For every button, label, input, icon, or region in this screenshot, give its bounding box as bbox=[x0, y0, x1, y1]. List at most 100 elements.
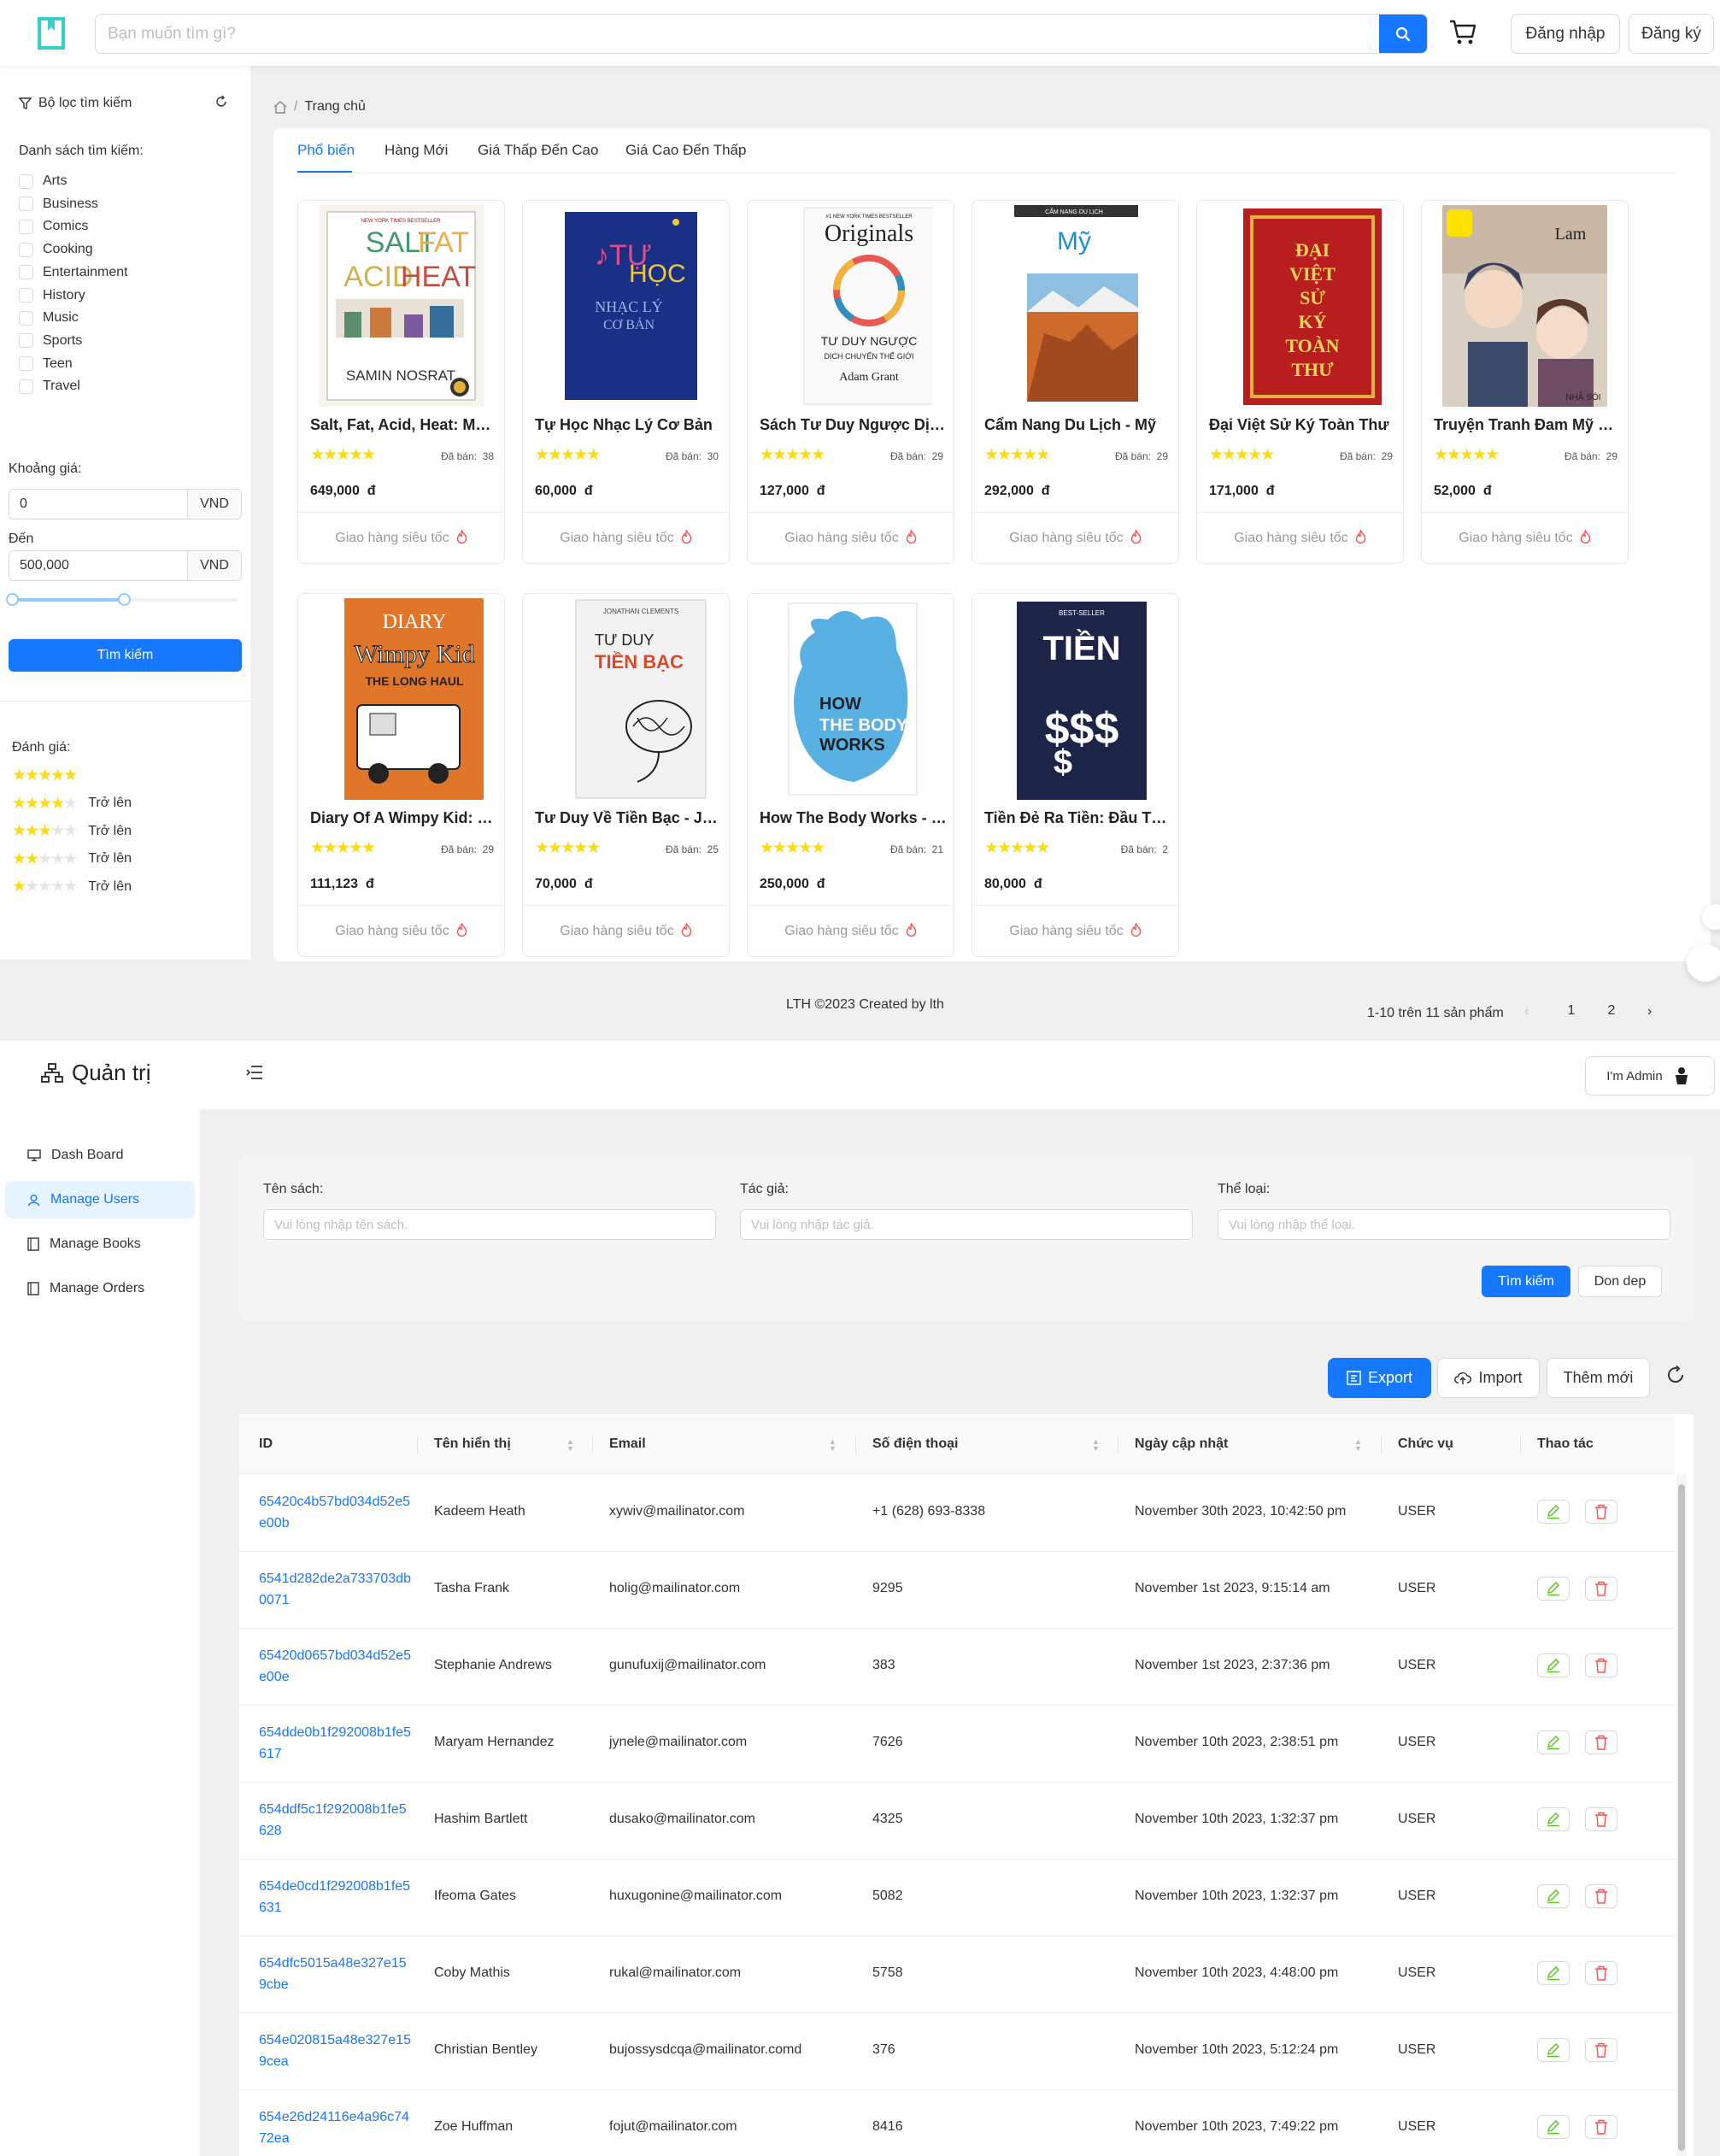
store-search-input[interactable] bbox=[96, 15, 1377, 53]
menu-manage-books[interactable]: Manage Books bbox=[5, 1225, 195, 1263]
tab-price-desc[interactable]: Giá Cao Đến Thấp bbox=[625, 142, 746, 159]
rating-filter-3[interactable]: ★★★★★ Trở lên bbox=[12, 821, 132, 841]
delete-button[interactable] bbox=[1585, 1807, 1617, 1831]
export-button[interactable]: Export bbox=[1328, 1358, 1431, 1398]
product-cover-image[interactable]: NEW YORK TIMES BESTSELLER SALT FAT ACID HEAT… bbox=[319, 205, 484, 407]
delete-button[interactable] bbox=[1585, 1730, 1617, 1754]
col-display-name[interactable]: Tên hiển thị bbox=[434, 1436, 511, 1452]
product-cover-image[interactable]: ♪TỰ HỌC NHẠC LÝ CƠ BẢN bbox=[543, 205, 708, 407]
col-updated[interactable]: Ngày cập nhật bbox=[1135, 1436, 1228, 1452]
delete-button[interactable] bbox=[1585, 1500, 1617, 1524]
edit-button[interactable] bbox=[1537, 1654, 1570, 1677]
product-cover-image[interactable]: DIARY Wimpy Kid THE LONG HAUL bbox=[319, 598, 484, 800]
user-id-link[interactable]: 654e020815a48e327e159cea bbox=[259, 2030, 413, 2072]
user-id-link[interactable]: 65420d0657bd034d52e5e00e bbox=[259, 1645, 413, 1688]
category-checkbox-row[interactable]: History bbox=[19, 288, 85, 303]
product-name[interactable]: Đại Việt Sử Ký Toàn Thư bbox=[1209, 416, 1397, 434]
sort-icon[interactable]: ▲ ▼ bbox=[1354, 1438, 1362, 1453]
rating-filter-1[interactable]: ★★★★★ Trở lên bbox=[12, 877, 132, 896]
menu-fold-icon[interactable] bbox=[246, 1065, 263, 1080]
checkbox[interactable] bbox=[19, 356, 33, 372]
checkbox[interactable] bbox=[19, 379, 33, 394]
menu-manage-orders[interactable]: Manage Orders bbox=[5, 1270, 195, 1307]
admin-search-button[interactable]: Tìm kiếm bbox=[1482, 1266, 1570, 1297]
user-id-link[interactable]: 654e26d24116e4a96c7472ea bbox=[259, 2106, 413, 2149]
checkbox[interactable] bbox=[19, 173, 33, 189]
product-card[interactable]: HOW THE BODYWORKS How The Body Works - Hiể… bbox=[747, 593, 954, 957]
product-card[interactable]: JONATHAN CLEMENTS TƯ DUY TIỀN BẠC Tư Duy Về… bbox=[522, 593, 730, 957]
page-2[interactable]: 2 bbox=[1600, 998, 1623, 1024]
edit-button[interactable] bbox=[1537, 1577, 1570, 1601]
price-slider-handle-max[interactable] bbox=[118, 593, 131, 606]
category-checkbox-row[interactable]: Teen bbox=[19, 356, 73, 372]
checkbox[interactable] bbox=[19, 242, 33, 257]
category-checkbox-row[interactable]: Sports bbox=[19, 333, 82, 349]
edit-button[interactable] bbox=[1537, 1500, 1570, 1524]
category-checkbox-row[interactable]: Comics bbox=[19, 219, 88, 234]
delete-button[interactable] bbox=[1585, 1884, 1617, 1908]
edit-button[interactable] bbox=[1537, 1730, 1570, 1754]
login-button[interactable]: Đăng nhập bbox=[1511, 14, 1620, 54]
delete-button[interactable] bbox=[1585, 2038, 1617, 2062]
rating-filter-4[interactable]: ★★★★★ Trở lên bbox=[12, 794, 132, 814]
next-page-icon[interactable]: › bbox=[1647, 1004, 1652, 1019]
price-slider-handle-min[interactable] bbox=[6, 593, 19, 606]
product-cover-image[interactable]: #1 NEW YORK TIMES BESTSELLER Originals TƯ … bbox=[768, 205, 933, 407]
product-cover-image[interactable]: JONATHAN CLEMENTS TƯ DUY TIỀN BẠC bbox=[543, 598, 708, 800]
tab-popular[interactable]: Phổ biến bbox=[297, 142, 355, 159]
checkbox[interactable] bbox=[19, 310, 33, 326]
delete-button[interactable] bbox=[1585, 1577, 1617, 1601]
clear-button[interactable]: Don dep bbox=[1578, 1266, 1662, 1297]
edit-button[interactable] bbox=[1537, 1884, 1570, 1908]
user-id-link[interactable]: 654ddf5c1f292008b1fe5628 bbox=[259, 1799, 413, 1842]
product-name[interactable]: Salt, Fat, Acid, Heat: Mastering the Ele… bbox=[310, 416, 498, 434]
category-checkbox-row[interactable]: Entertainment bbox=[19, 265, 128, 280]
author-input[interactable] bbox=[740, 1209, 1193, 1240]
delete-button[interactable] bbox=[1585, 1961, 1617, 1985]
page-1[interactable]: 1 bbox=[1560, 998, 1582, 1024]
book-logo-icon[interactable] bbox=[38, 17, 67, 50]
checkbox[interactable] bbox=[19, 333, 33, 349]
product-name[interactable]: Tiền Đẻ Ra Tiền: Đầu Tư Tài Chính Thông … bbox=[984, 809, 1172, 827]
delete-button[interactable] bbox=[1585, 1654, 1617, 1677]
product-card[interactable]: NHÃ SÓI Lam Truyện Tranh Đam Mỹ Lam Đăng N… bbox=[1421, 200, 1629, 564]
menu-dashboard[interactable]: Dash Board bbox=[5, 1137, 195, 1174]
user-id-link[interactable]: 65420c4b57bd034d52e5e00b bbox=[259, 1491, 413, 1534]
product-cover-image[interactable]: NHÃ SÓI Lam bbox=[1442, 205, 1607, 407]
add-new-button[interactable]: Thêm mới bbox=[1547, 1358, 1650, 1398]
price-from-field[interactable]: 0 VND bbox=[9, 489, 242, 520]
menu-manage-users[interactable]: Manage Users bbox=[5, 1181, 195, 1219]
checkbox[interactable] bbox=[19, 265, 33, 280]
col-phone[interactable]: Số điện thoại bbox=[872, 1436, 958, 1452]
edit-button[interactable] bbox=[1537, 1807, 1570, 1831]
scrollbar-thumb[interactable] bbox=[1678, 1484, 1685, 2151]
user-id-link[interactable]: 654dde0b1f292008b1fe5617 bbox=[259, 1722, 413, 1765]
sort-icon[interactable]: ▲ ▼ bbox=[1092, 1438, 1100, 1453]
breadcrumb-home[interactable]: Trang chủ bbox=[304, 99, 365, 115]
sort-icon[interactable]: ▲ ▼ bbox=[829, 1438, 837, 1453]
price-from-value[interactable]: 0 bbox=[9, 490, 188, 519]
category-checkbox-row[interactable]: Arts bbox=[19, 173, 67, 189]
checkbox[interactable] bbox=[19, 197, 33, 212]
product-card[interactable]: #1 NEW YORK TIMES BESTSELLER Originals TƯ … bbox=[747, 200, 954, 564]
home-icon[interactable] bbox=[273, 100, 287, 114]
rating-filter-2[interactable]: ★★★★★ Trở lên bbox=[12, 849, 132, 869]
cart-icon[interactable] bbox=[1448, 19, 1477, 46]
edit-button[interactable] bbox=[1537, 1961, 1570, 1985]
price-to-field[interactable]: 500,000 VND bbox=[9, 550, 242, 581]
product-card[interactable]: ĐẠI VIỆT SỬ KÝ TOÀN THƯ Đại Việt Sử Ký Toàn Th… bbox=[1196, 200, 1404, 564]
category-checkbox-row[interactable]: Travel bbox=[19, 379, 80, 394]
product-cover-image[interactable]: HOW THE BODY WORKS bbox=[768, 598, 933, 800]
admin-user-button[interactable]: I'm Admin bbox=[1585, 1056, 1715, 1096]
product-cover-image[interactable]: CẨM NANG DU LỊCH Mỹ bbox=[993, 205, 1158, 407]
product-name[interactable]: How The Body Works - Hiểu Hết Về Cơ Thể bbox=[760, 809, 948, 827]
price-to-value[interactable]: 500,000 bbox=[9, 551, 188, 580]
product-name[interactable]: Tự Học Nhạc Lý Cơ Bản bbox=[535, 416, 723, 434]
prev-page-icon[interactable]: ‹ bbox=[1524, 1004, 1529, 1019]
product-name[interactable]: Sách Tư Duy Ngược Dịch Chuyển Thế Giới bbox=[760, 416, 948, 434]
category-checkbox-row[interactable]: Business bbox=[19, 197, 98, 212]
reload-icon[interactable] bbox=[1666, 1366, 1685, 1384]
edit-button[interactable] bbox=[1537, 2038, 1570, 2062]
search-button[interactable] bbox=[1379, 15, 1427, 53]
col-email[interactable]: Email bbox=[609, 1436, 646, 1452]
